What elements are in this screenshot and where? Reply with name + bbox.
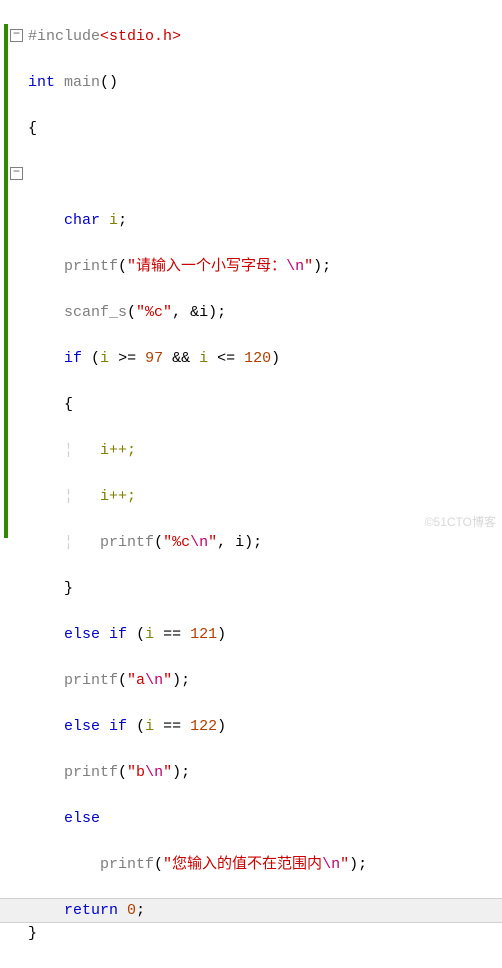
code-line: if (i >= 97 && i <= 120) xyxy=(28,347,502,370)
code-line xyxy=(28,163,502,186)
code-area: #include<stdio.h> int main() { char i; p… xyxy=(28,2,502,968)
code-line: { xyxy=(28,393,502,416)
code-line: } xyxy=(28,577,502,600)
code-line: #include<stdio.h> xyxy=(28,25,502,48)
code-line-current: return 0; xyxy=(0,899,502,922)
code-line: printf("请输入一个小写字母：\n"); xyxy=(28,255,502,278)
code-line: ¦ i++; xyxy=(28,485,502,508)
code-line: else xyxy=(28,807,502,830)
code-line: printf("b\n"); xyxy=(28,761,502,784)
fold-toggle-if[interactable]: − xyxy=(10,167,23,180)
kw-char: char xyxy=(64,212,100,229)
code-line: scanf_s("%c", &i); xyxy=(28,301,502,324)
header-name: <stdio.h> xyxy=(100,28,181,45)
fold-toggle-main[interactable]: − xyxy=(10,29,23,42)
code-line: ¦ i++; xyxy=(28,439,502,462)
fn-main: main xyxy=(64,74,100,91)
change-marker xyxy=(4,24,8,538)
watermark: ©51CTO博客 xyxy=(425,511,496,534)
code-line: { xyxy=(28,117,502,140)
code-line: int main() xyxy=(28,71,502,94)
code-line: ¦ printf("%c\n", i); xyxy=(28,531,502,554)
code-line: char i; xyxy=(28,209,502,232)
code-line: printf("您输入的值不在范围内\n"); xyxy=(28,853,502,876)
gutter: − − xyxy=(0,0,24,538)
code-line: else if (i == 121) xyxy=(28,623,502,646)
kw-int: int xyxy=(28,74,55,91)
preproc: #include xyxy=(28,28,100,45)
code-line: } xyxy=(28,922,502,945)
code-line: else if (i == 122) xyxy=(28,715,502,738)
code-line: printf("a\n"); xyxy=(28,669,502,692)
